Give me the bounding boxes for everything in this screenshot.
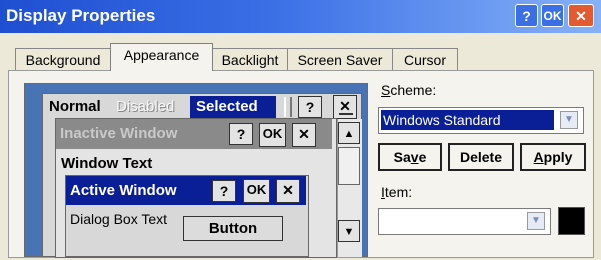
active-help-button: ?: [212, 180, 236, 202]
inactive-close-button: ✕: [292, 123, 316, 147]
inactive-title: Inactive Window: [60, 125, 178, 142]
delete-button[interactable]: Delete: [448, 143, 514, 171]
apply-button[interactable]: Apply: [520, 143, 586, 171]
preview-button: Button: [183, 216, 283, 241]
scroll-up-arrow-icon: ▲: [338, 122, 360, 144]
ok-icon: OK: [543, 9, 562, 23]
tab-label: Background: [25, 52, 101, 68]
menu-normal: Normal: [49, 98, 101, 115]
help-icon: ?: [219, 183, 229, 199]
menu-disabled: Disabled: [116, 98, 175, 115]
tab-cursor[interactable]: Cursor: [392, 48, 458, 70]
item-label: Item:: [381, 184, 412, 200]
scheme-label: Scheme:: [381, 82, 436, 98]
tab-screen-saver[interactable]: Screen Saver: [287, 48, 393, 70]
tab-label: Screen Saver: [297, 52, 383, 68]
item-dropdown[interactable]: [378, 208, 551, 235]
button-mnemonic: v: [410, 149, 419, 165]
window-title: Display Properties: [6, 6, 156, 25]
ok-icon: OK: [246, 182, 267, 197]
button-text: e: [418, 149, 427, 165]
help-icon: ?: [236, 126, 246, 142]
help-button[interactable]: ?: [515, 4, 538, 27]
close-icon: ✕: [339, 98, 351, 114]
chevron-down-icon[interactable]: ▼: [527, 212, 545, 230]
window-text-sample: Window Text: [61, 155, 153, 172]
close-icon: ✕: [298, 126, 310, 142]
tab-label: Cursor: [403, 52, 446, 68]
active-close-button: ✕: [276, 179, 300, 203]
tab-label: Backlight: [221, 52, 279, 68]
close-button[interactable]: ✕: [568, 4, 594, 27]
dialog-box-text: Dialog Box Text: [70, 211, 168, 227]
menu-separator: [284, 97, 292, 117]
item-color-swatch[interactable]: [558, 207, 585, 235]
scroll-down-arrow-icon: ▼: [338, 220, 360, 242]
scheme-selected-value: Windows Standard: [381, 110, 554, 130]
menu-close-button: ✕: [333, 95, 357, 119]
chevron-down-icon[interactable]: ▼: [560, 111, 578, 129]
label-mnemonic: S: [381, 82, 391, 98]
tab-label: Appearance: [123, 47, 200, 63]
ok-icon: OK: [262, 126, 283, 141]
close-icon: ✕: [282, 182, 294, 198]
menu-selected: Selected: [190, 96, 276, 118]
scroll-thumb: [338, 147, 360, 185]
active-title: Active Window: [70, 182, 177, 199]
menu-close-underline: [339, 113, 353, 115]
tab-appearance[interactable]: Appearance: [110, 43, 213, 71]
button-text: pply: [543, 149, 573, 165]
inactive-help-button: ?: [229, 123, 253, 145]
menu-help-button: ?: [298, 96, 322, 118]
help-icon: ?: [522, 8, 531, 24]
button-text: Sa: [393, 149, 411, 165]
ok-button[interactable]: OK: [541, 4, 564, 27]
inactive-ok-button: OK: [259, 123, 286, 147]
active-ok-button: OK: [243, 179, 270, 203]
help-icon: ?: [305, 99, 315, 115]
button-label: Button: [208, 220, 258, 237]
label-text: cheme:: [390, 82, 437, 98]
label-text: tem:: [384, 184, 413, 200]
save-button[interactable]: Save: [378, 143, 442, 171]
tab-background[interactable]: Background: [15, 48, 111, 70]
button-mnemonic: A: [533, 149, 544, 165]
close-icon: ✕: [575, 8, 587, 24]
tab-backlight[interactable]: Backlight: [212, 48, 288, 70]
button-text: Delete: [459, 149, 503, 165]
